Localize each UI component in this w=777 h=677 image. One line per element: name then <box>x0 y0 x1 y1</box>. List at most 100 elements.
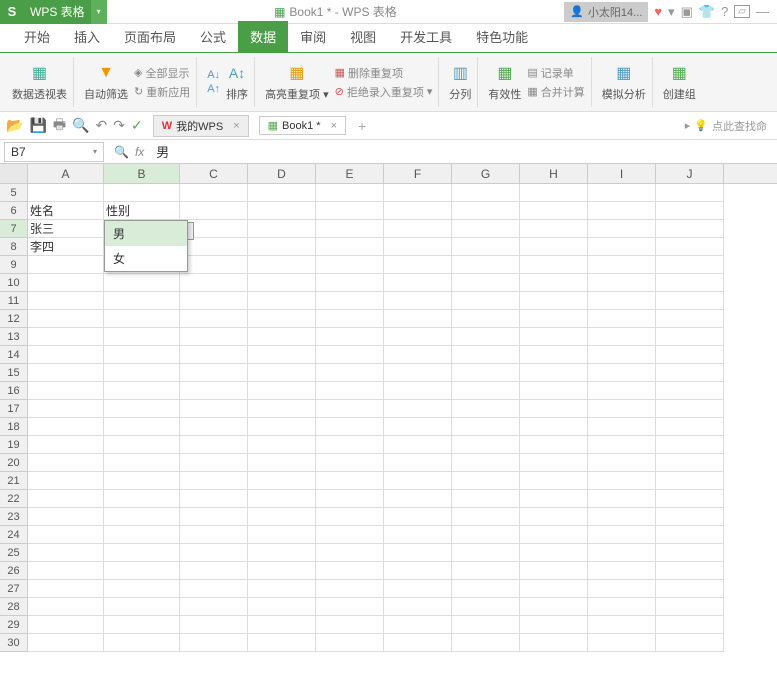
cell-G24[interactable] <box>452 526 520 544</box>
cell-I8[interactable] <box>588 238 656 256</box>
cell-G13[interactable] <box>452 328 520 346</box>
pivot-table-button[interactable]: ▦ 数据透视表 <box>12 62 67 102</box>
cell-E7[interactable] <box>316 220 384 238</box>
search-hint-text[interactable]: 点此查找命 <box>712 118 767 134</box>
minimize-icon[interactable]: — <box>756 4 769 19</box>
group-button[interactable]: ▦ 创建组 <box>663 62 696 102</box>
cell-J15[interactable] <box>656 364 724 382</box>
cell-B23[interactable] <box>104 508 180 526</box>
cell-J5[interactable] <box>656 184 724 202</box>
cell-F19[interactable] <box>384 436 452 454</box>
cell-J8[interactable] <box>656 238 724 256</box>
cell-J27[interactable] <box>656 580 724 598</box>
cell-B10[interactable] <box>104 274 180 292</box>
restore-icon[interactable]: ▱ <box>734 5 750 18</box>
cell-D5[interactable] <box>248 184 316 202</box>
cell-C28[interactable] <box>180 598 248 616</box>
cell-E25[interactable] <box>316 544 384 562</box>
save-icon[interactable]: 💾 <box>29 117 46 134</box>
cell-F30[interactable] <box>384 634 452 652</box>
cell-B28[interactable] <box>104 598 180 616</box>
cell-H10[interactable] <box>520 274 588 292</box>
cell-I23[interactable] <box>588 508 656 526</box>
cell-G10[interactable] <box>452 274 520 292</box>
cell-C20[interactable] <box>180 454 248 472</box>
cell-I29[interactable] <box>588 616 656 634</box>
cell-C23[interactable] <box>180 508 248 526</box>
cell-B26[interactable] <box>104 562 180 580</box>
row-header-9[interactable]: 9 <box>0 256 28 274</box>
cell-J11[interactable] <box>656 292 724 310</box>
sort-button[interactable]: A↕ 排序 <box>226 62 248 102</box>
text-to-columns-button[interactable]: ▥ 分列 <box>449 62 471 102</box>
cell-C17[interactable] <box>180 400 248 418</box>
cell-J14[interactable] <box>656 346 724 364</box>
cell-C18[interactable] <box>180 418 248 436</box>
cell-A20[interactable] <box>28 454 104 472</box>
cell-C9[interactable] <box>180 256 248 274</box>
cell-H24[interactable] <box>520 526 588 544</box>
cell-G5[interactable] <box>452 184 520 202</box>
heart-icon[interactable]: ♥ <box>654 4 662 19</box>
cell-I10[interactable] <box>588 274 656 292</box>
cell-A18[interactable] <box>28 418 104 436</box>
cell-H23[interactable] <box>520 508 588 526</box>
cell-F12[interactable] <box>384 310 452 328</box>
cell-E18[interactable] <box>316 418 384 436</box>
cell-F11[interactable] <box>384 292 452 310</box>
cell-D11[interactable] <box>248 292 316 310</box>
menu-特色功能[interactable]: 特色功能 <box>464 21 540 52</box>
undo-icon[interactable]: ↶ <box>96 117 108 134</box>
row-header-20[interactable]: 20 <box>0 454 28 472</box>
cell-J25[interactable] <box>656 544 724 562</box>
cell-G30[interactable] <box>452 634 520 652</box>
cell-G23[interactable] <box>452 508 520 526</box>
dropdown-item-女[interactable]: 女 <box>105 246 187 271</box>
col-header-G[interactable]: G <box>452 164 520 183</box>
cell-H5[interactable] <box>520 184 588 202</box>
spreadsheet-grid[interactable]: ABCDEFGHIJ 56姓名性别7张三男▾8李四910111213141516… <box>0 164 777 652</box>
cell-C12[interactable] <box>180 310 248 328</box>
col-header-H[interactable]: H <box>520 164 588 183</box>
help-icon[interactable]: ? <box>721 4 728 19</box>
cell-D29[interactable] <box>248 616 316 634</box>
cell-A15[interactable] <box>28 364 104 382</box>
cell-G9[interactable] <box>452 256 520 274</box>
cell-I20[interactable] <box>588 454 656 472</box>
cell-H8[interactable] <box>520 238 588 256</box>
cell-G29[interactable] <box>452 616 520 634</box>
row-header-22[interactable]: 22 <box>0 490 28 508</box>
cell-D28[interactable] <box>248 598 316 616</box>
cell-G6[interactable] <box>452 202 520 220</box>
cell-E17[interactable] <box>316 400 384 418</box>
cell-B18[interactable] <box>104 418 180 436</box>
cell-A10[interactable] <box>28 274 104 292</box>
cell-A6[interactable]: 姓名 <box>28 202 104 220</box>
cell-I17[interactable] <box>588 400 656 418</box>
menu-视图[interactable]: 视图 <box>338 21 388 52</box>
col-header-B[interactable]: B <box>104 164 180 183</box>
col-header-E[interactable]: E <box>316 164 384 183</box>
cell-J20[interactable] <box>656 454 724 472</box>
cell-A13[interactable] <box>28 328 104 346</box>
cell-H12[interactable] <box>520 310 588 328</box>
row-header-5[interactable]: 5 <box>0 184 28 202</box>
cell-G19[interactable] <box>452 436 520 454</box>
cell-I12[interactable] <box>588 310 656 328</box>
cell-D15[interactable] <box>248 364 316 382</box>
row-header-26[interactable]: 26 <box>0 562 28 580</box>
cell-D27[interactable] <box>248 580 316 598</box>
cell-G15[interactable] <box>452 364 520 382</box>
cell-B16[interactable] <box>104 382 180 400</box>
cell-J16[interactable] <box>656 382 724 400</box>
cell-A28[interactable] <box>28 598 104 616</box>
cell-E20[interactable] <box>316 454 384 472</box>
cell-H7[interactable] <box>520 220 588 238</box>
cell-J13[interactable] <box>656 328 724 346</box>
new-tab-button[interactable]: + <box>358 118 366 134</box>
cell-B19[interactable] <box>104 436 180 454</box>
cell-E30[interactable] <box>316 634 384 652</box>
cell-D9[interactable] <box>248 256 316 274</box>
cell-D10[interactable] <box>248 274 316 292</box>
cell-B13[interactable] <box>104 328 180 346</box>
